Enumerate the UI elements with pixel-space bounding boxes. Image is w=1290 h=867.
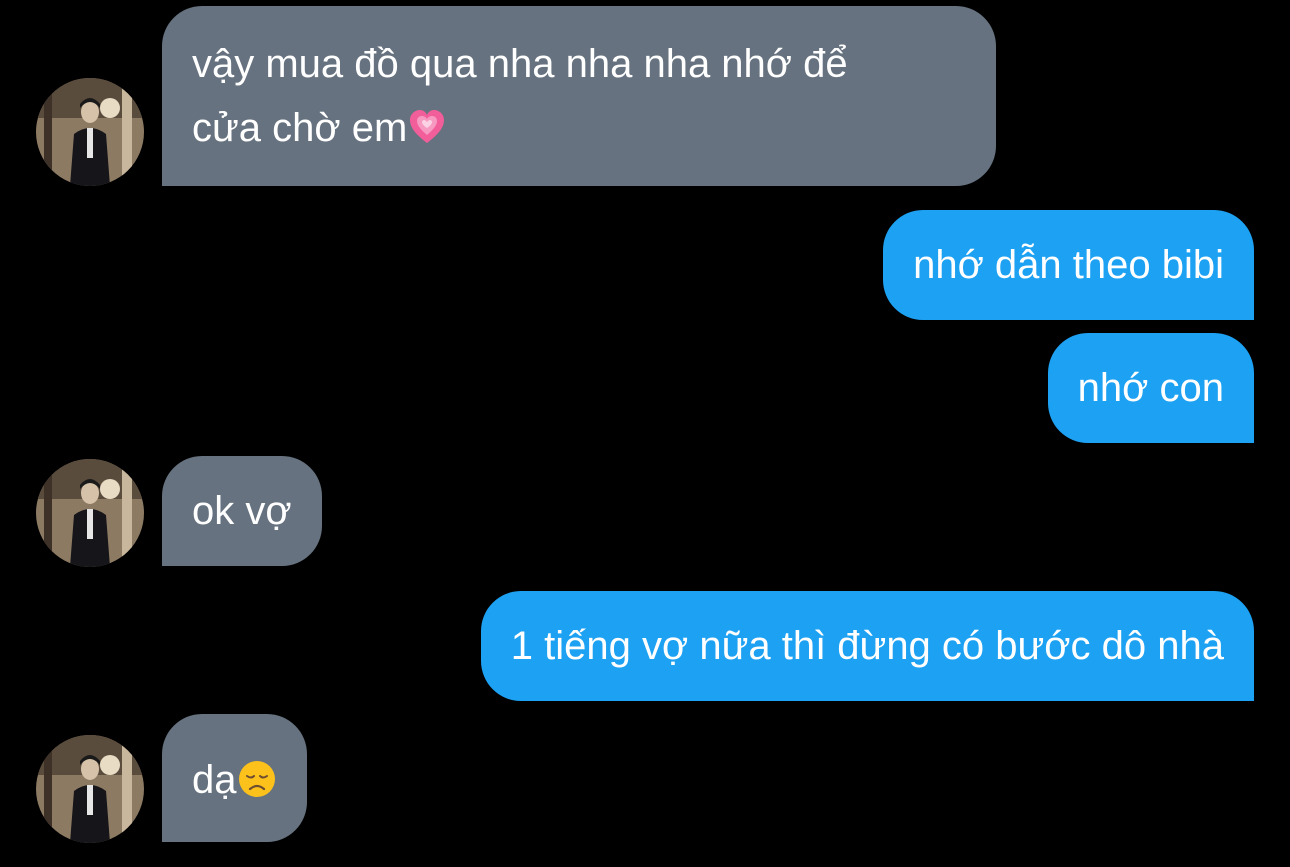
message-text: nhớ dẫn theo bibi — [913, 243, 1224, 287]
message-text: ok vợ — [192, 489, 292, 533]
message-bubble-outgoing[interactable]: nhớ con — [1047, 333, 1254, 443]
growing-heart-icon — [407, 102, 447, 166]
message-bubble-incoming[interactable]: ok vợ — [162, 456, 322, 566]
message-bubble-outgoing[interactable]: nhớ dẫn theo bibi — [883, 210, 1254, 320]
avatar-photo — [36, 78, 144, 186]
message-line: cửa chờ em — [192, 96, 966, 166]
avatar[interactable] — [36, 735, 144, 843]
avatar-photo — [36, 459, 144, 567]
message-text: 1 tiếng vợ nữa thì đừng có bước dô nhà — [510, 624, 1224, 668]
avatar-photo — [36, 735, 144, 843]
message-bubble-incoming[interactable]: vậy mua đồ qua nha nha nha nhớ để cửa ch… — [162, 6, 996, 186]
avatar[interactable] — [36, 459, 144, 567]
message-text: nhớ con — [1077, 366, 1224, 410]
message-text: cửa chờ em — [192, 106, 408, 150]
avatar[interactable] — [36, 78, 144, 186]
message-line: vậy mua đồ qua nha nha nha nhớ để — [192, 42, 848, 86]
message-bubble-incoming[interactable]: dạ — [162, 714, 307, 842]
message-bubble-outgoing[interactable]: 1 tiếng vợ nữa thì đừng có bước dô nhà — [480, 591, 1254, 701]
disappointed-face-icon — [237, 754, 277, 818]
message-text: dạ — [192, 758, 237, 802]
